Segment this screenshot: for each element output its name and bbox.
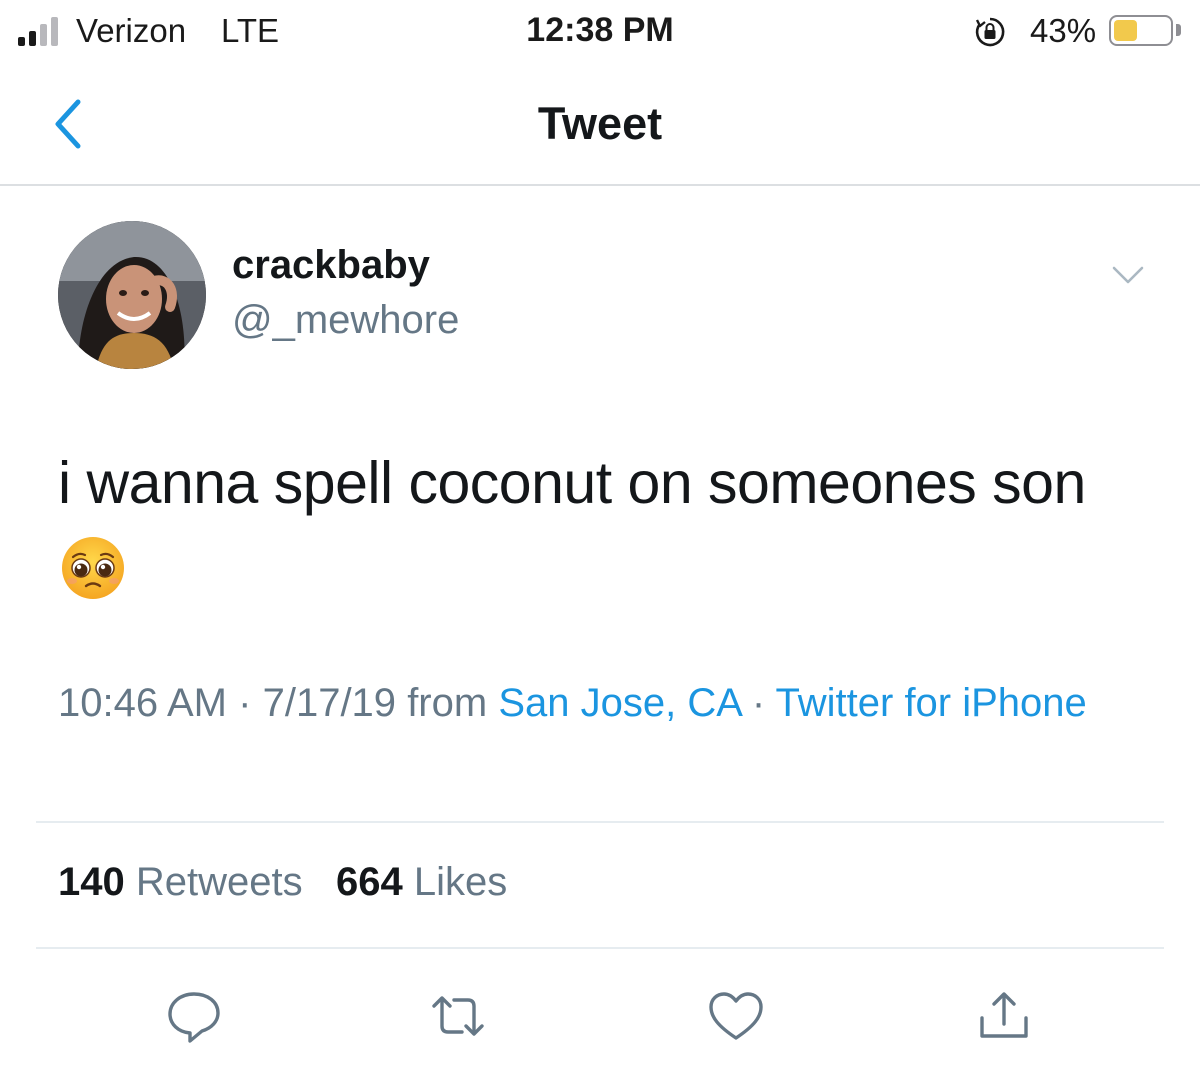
tweet-meta: 10:46 AM · 7/17/19 from San Jose, CA · T… [58, 674, 1158, 732]
divider [36, 947, 1164, 949]
divider [36, 821, 1164, 823]
meta-separator: · [751, 681, 766, 725]
nav-bar: Tweet [0, 62, 1200, 186]
orientation-lock-icon [975, 17, 1005, 47]
retweets-count: 140 [58, 860, 125, 904]
status-bar: Verizon LTE 12:38 PM 43% [0, 0, 1200, 62]
avatar[interactable] [58, 221, 206, 369]
battery-percent: 43% [1030, 12, 1097, 49]
user-handle[interactable]: @_mewhore [232, 298, 459, 343]
likes-count: 664 [335, 860, 403, 904]
retweets-stat[interactable]: 140 Retweets [58, 860, 303, 904]
reply-icon[interactable] [162, 986, 226, 1046]
page-title: Tweet [537, 98, 663, 149]
battery-tip [1176, 24, 1181, 36]
battery-fill [1114, 20, 1137, 41]
battery-icon [1109, 15, 1173, 46]
tweet-time: 10:46 AM [58, 681, 228, 725]
display-name[interactable]: crackbaby [232, 243, 430, 288]
retweet-icon[interactable] [426, 986, 490, 1046]
share-icon[interactable] [972, 986, 1036, 1046]
likes-stat[interactable]: 664 Likes [336, 860, 507, 904]
pleading-face-icon [62, 537, 124, 599]
tweet-text: i wanna spell coconut on someones son [58, 450, 1086, 516]
meta-separator: · [238, 681, 252, 725]
from-label: from [407, 681, 488, 725]
chevron-down-icon[interactable] [1110, 262, 1146, 288]
tweet-date: 7/17/19 [262, 681, 397, 725]
like-icon[interactable] [704, 986, 768, 1046]
client-link[interactable]: Twitter for iPhone [776, 681, 1087, 725]
location-link[interactable]: San Jose, CA [498, 681, 740, 725]
tweet-stats: 140 Retweets 664 Likes [58, 860, 507, 905]
retweets-label: Retweets [135, 860, 303, 904]
status-time: 12:38 PM [526, 11, 674, 49]
likes-label: Likes [413, 860, 508, 904]
